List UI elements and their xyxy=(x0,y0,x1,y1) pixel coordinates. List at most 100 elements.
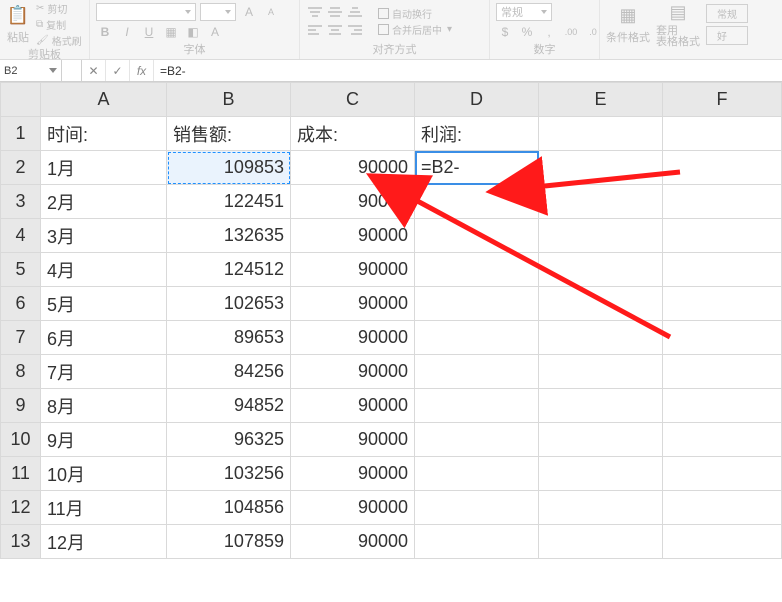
column-header[interactable]: B xyxy=(167,83,291,117)
row-header[interactable]: 5 xyxy=(1,253,41,287)
cell[interactable] xyxy=(415,253,539,287)
cell[interactable] xyxy=(539,389,663,423)
align-top-button[interactable] xyxy=(306,5,324,21)
cell[interactable]: 90000 xyxy=(291,287,415,321)
cell[interactable] xyxy=(539,185,663,219)
cell[interactable]: 90000 xyxy=(291,389,415,423)
cell[interactable]: 10月 xyxy=(41,457,167,491)
cell[interactable]: 5月 xyxy=(41,287,167,321)
cell-style-good[interactable]: 好 xyxy=(706,26,748,45)
column-header[interactable]: E xyxy=(539,83,663,117)
comma-button[interactable]: , xyxy=(540,23,558,41)
cell[interactable]: 90000 xyxy=(291,151,415,185)
column-header[interactable]: F xyxy=(663,83,782,117)
cell[interactable] xyxy=(539,457,663,491)
cell[interactable]: 8月 xyxy=(41,389,167,423)
cell[interactable]: 90000 xyxy=(291,457,415,491)
format-as-table-button[interactable]: ▤套用 表格格式 xyxy=(656,0,700,48)
formula-input[interactable]: =B2- xyxy=(154,60,782,81)
cell[interactable] xyxy=(539,525,663,559)
cell[interactable]: 3月 xyxy=(41,219,167,253)
cell[interactable] xyxy=(415,321,539,355)
increase-decimal-button[interactable]: .00 xyxy=(562,23,580,41)
cell[interactable]: 11月 xyxy=(41,491,167,525)
row-header[interactable]: 8 xyxy=(1,355,41,389)
cell[interactable]: 109853 xyxy=(167,151,291,185)
cell[interactable] xyxy=(539,491,663,525)
conditional-format-button[interactable]: ▦条件格式 xyxy=(606,3,650,45)
wrap-text-button[interactable]: 自动换行 xyxy=(378,6,452,21)
cell[interactable] xyxy=(415,287,539,321)
row-header[interactable]: 3 xyxy=(1,185,41,219)
cell[interactable]: 90000 xyxy=(291,253,415,287)
active-cell[interactable]: =B2- xyxy=(415,151,539,185)
cell[interactable] xyxy=(663,253,782,287)
cell[interactable]: 103256 xyxy=(167,457,291,491)
cell[interactable]: 90000 xyxy=(291,525,415,559)
cell[interactable]: 90000 xyxy=(291,423,415,457)
align-center-button[interactable] xyxy=(326,23,344,39)
underline-button[interactable]: U xyxy=(140,23,158,41)
cell[interactable] xyxy=(415,525,539,559)
cell[interactable] xyxy=(415,423,539,457)
row-header[interactable]: 10 xyxy=(1,423,41,457)
cell[interactable] xyxy=(539,219,663,253)
cell[interactable]: 2月 xyxy=(41,185,167,219)
cell[interactable] xyxy=(663,185,782,219)
cell[interactable]: 时间: xyxy=(41,117,167,151)
cell[interactable]: 122451 xyxy=(167,185,291,219)
row-header[interactable]: 6 xyxy=(1,287,41,321)
font-color-button[interactable]: A xyxy=(206,23,224,41)
cell[interactable]: 成本: xyxy=(291,117,415,151)
cell[interactable]: 90000 xyxy=(291,355,415,389)
font-name-select[interactable] xyxy=(96,3,196,21)
row-header[interactable]: 11 xyxy=(1,457,41,491)
row-header[interactable]: 9 xyxy=(1,389,41,423)
percent-button[interactable]: % xyxy=(518,23,536,41)
cell[interactable] xyxy=(415,185,539,219)
cell[interactable] xyxy=(663,321,782,355)
cell[interactable]: 132635 xyxy=(167,219,291,253)
align-bottom-button[interactable] xyxy=(346,5,364,21)
cell[interactable] xyxy=(539,355,663,389)
cell[interactable]: 6月 xyxy=(41,321,167,355)
align-left-button[interactable] xyxy=(306,23,324,39)
cell[interactable]: 104856 xyxy=(167,491,291,525)
cell[interactable]: 9月 xyxy=(41,423,167,457)
cell[interactable]: 124512 xyxy=(167,253,291,287)
cell-style-normal[interactable]: 常规 xyxy=(706,4,748,23)
cell[interactable] xyxy=(415,491,539,525)
row-header[interactable]: 13 xyxy=(1,525,41,559)
cell[interactable] xyxy=(539,151,663,185)
paste-button[interactable]: 📋 粘贴 xyxy=(6,3,30,45)
cell[interactable] xyxy=(539,253,663,287)
cell[interactable]: 90000 xyxy=(291,321,415,355)
cell[interactable]: 94852 xyxy=(167,389,291,423)
fill-color-button[interactable]: ◧ xyxy=(184,23,202,41)
cancel-formula-button[interactable]: ✕ xyxy=(82,60,106,81)
cell[interactable]: 96325 xyxy=(167,423,291,457)
cell[interactable]: 销售额: xyxy=(167,117,291,151)
column-header[interactable]: A xyxy=(41,83,167,117)
cell[interactable]: 7月 xyxy=(41,355,167,389)
cell[interactable] xyxy=(663,389,782,423)
currency-button[interactable]: $ xyxy=(496,23,514,41)
cell[interactable] xyxy=(415,355,539,389)
enter-formula-button[interactable]: ✓ xyxy=(106,60,130,81)
cell[interactable]: 90000 xyxy=(291,219,415,253)
name-box[interactable]: B2 xyxy=(0,60,62,81)
column-header[interactable]: D xyxy=(415,83,539,117)
cell[interactable]: 89653 xyxy=(167,321,291,355)
cell[interactable] xyxy=(415,457,539,491)
cell[interactable] xyxy=(663,117,782,151)
fx-button[interactable]: fx xyxy=(130,60,154,81)
cell[interactable] xyxy=(539,117,663,151)
cell[interactable] xyxy=(663,219,782,253)
cell[interactable]: 1月 xyxy=(41,151,167,185)
cell[interactable] xyxy=(663,287,782,321)
border-button[interactable]: ▦ xyxy=(162,23,180,41)
cell[interactable] xyxy=(415,389,539,423)
cell[interactable] xyxy=(539,287,663,321)
increase-font-button[interactable]: A xyxy=(240,3,258,21)
row-header[interactable]: 2 xyxy=(1,151,41,185)
